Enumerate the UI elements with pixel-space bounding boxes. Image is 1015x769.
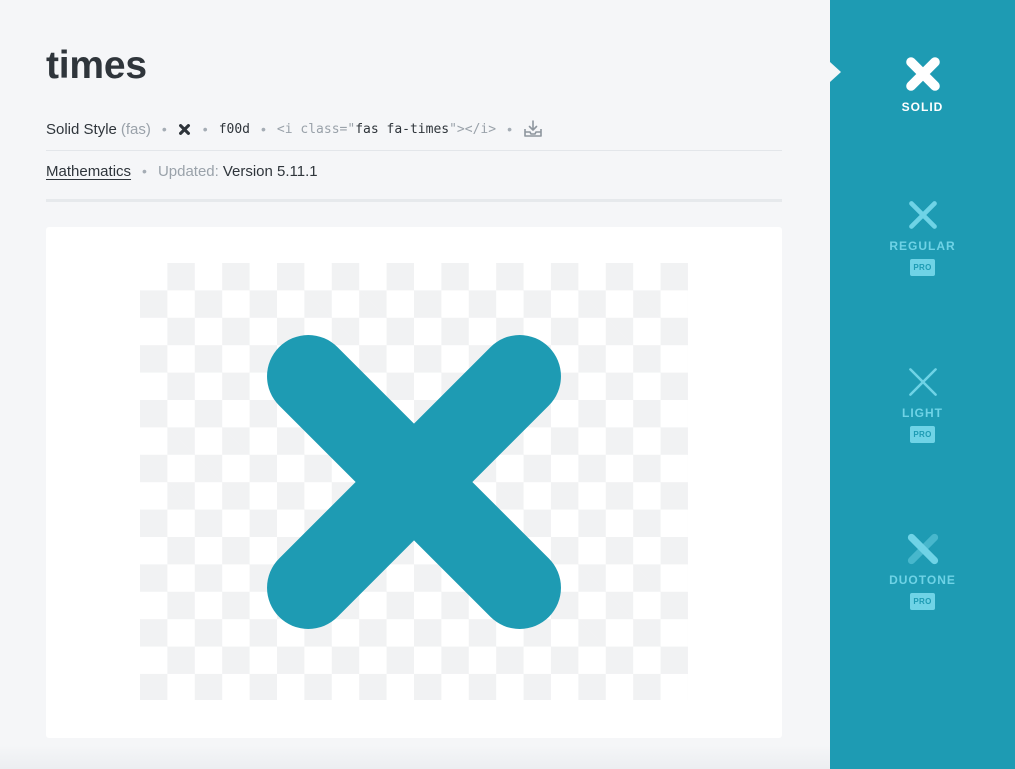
unicode-value[interactable]: f00d [219, 122, 250, 137]
style-option-light[interactable]: LIGHT PRO [830, 364, 1015, 443]
times-preview-icon [267, 335, 561, 629]
times-glyph-icon[interactable] [178, 122, 192, 136]
pro-badge: PRO [910, 426, 935, 443]
separator-dot: • [202, 121, 208, 137]
icon-info-row: Mathematics • Updated: Version 5.11.1 [46, 159, 318, 183]
icon-meta-row: Solid Style (fas) • • f00d • <i class="f… [46, 117, 543, 141]
pro-badge: PRO [910, 259, 935, 276]
separator-dot: • [161, 121, 167, 137]
download-icon[interactable] [523, 120, 543, 138]
style-option-label: REGULAR [889, 239, 956, 253]
times-solid-icon [905, 57, 940, 91]
style-label: Solid Style [46, 120, 117, 138]
times-duotone-icon [907, 533, 938, 565]
snippet-open: <i class=" [276, 121, 356, 137]
separator-dot: • [261, 121, 266, 137]
style-option-label: SOLID [901, 100, 944, 114]
times-regular-icon [908, 201, 937, 229]
version-value: Version 5.11.1 [222, 162, 318, 180]
updated-label: Updated: [157, 162, 219, 180]
html-snippet[interactable]: <i class="fas fa-times"></i> [277, 122, 496, 137]
separator-dot: • [142, 163, 147, 179]
style-option-label: DUOTONE [889, 573, 956, 587]
style-option-duotone[interactable]: DUOTONE PRO [830, 531, 1015, 610]
style-option-regular[interactable]: REGULAR PRO [830, 197, 1015, 276]
category-link[interactable]: Mathematics [46, 163, 131, 180]
style-option-label: LIGHT [902, 406, 943, 420]
meta-divider [46, 150, 782, 151]
times-light-icon [908, 368, 937, 396]
style-abbreviation: (fas) [120, 120, 151, 138]
bottom-shadow [0, 745, 830, 769]
icon-detail-main: times Solid Style (fas) • • f00d • <i cl… [0, 0, 830, 769]
icon-title: times [46, 44, 147, 87]
section-divider [46, 199, 782, 202]
snippet-close: "></i> [449, 121, 497, 137]
style-option-solid[interactable]: SOLID [830, 54, 1015, 114]
pro-badge: PRO [910, 593, 935, 610]
icon-preview-panel [46, 227, 782, 738]
separator-dot: • [507, 121, 512, 137]
snippet-classes: fas fa-times [355, 121, 450, 137]
